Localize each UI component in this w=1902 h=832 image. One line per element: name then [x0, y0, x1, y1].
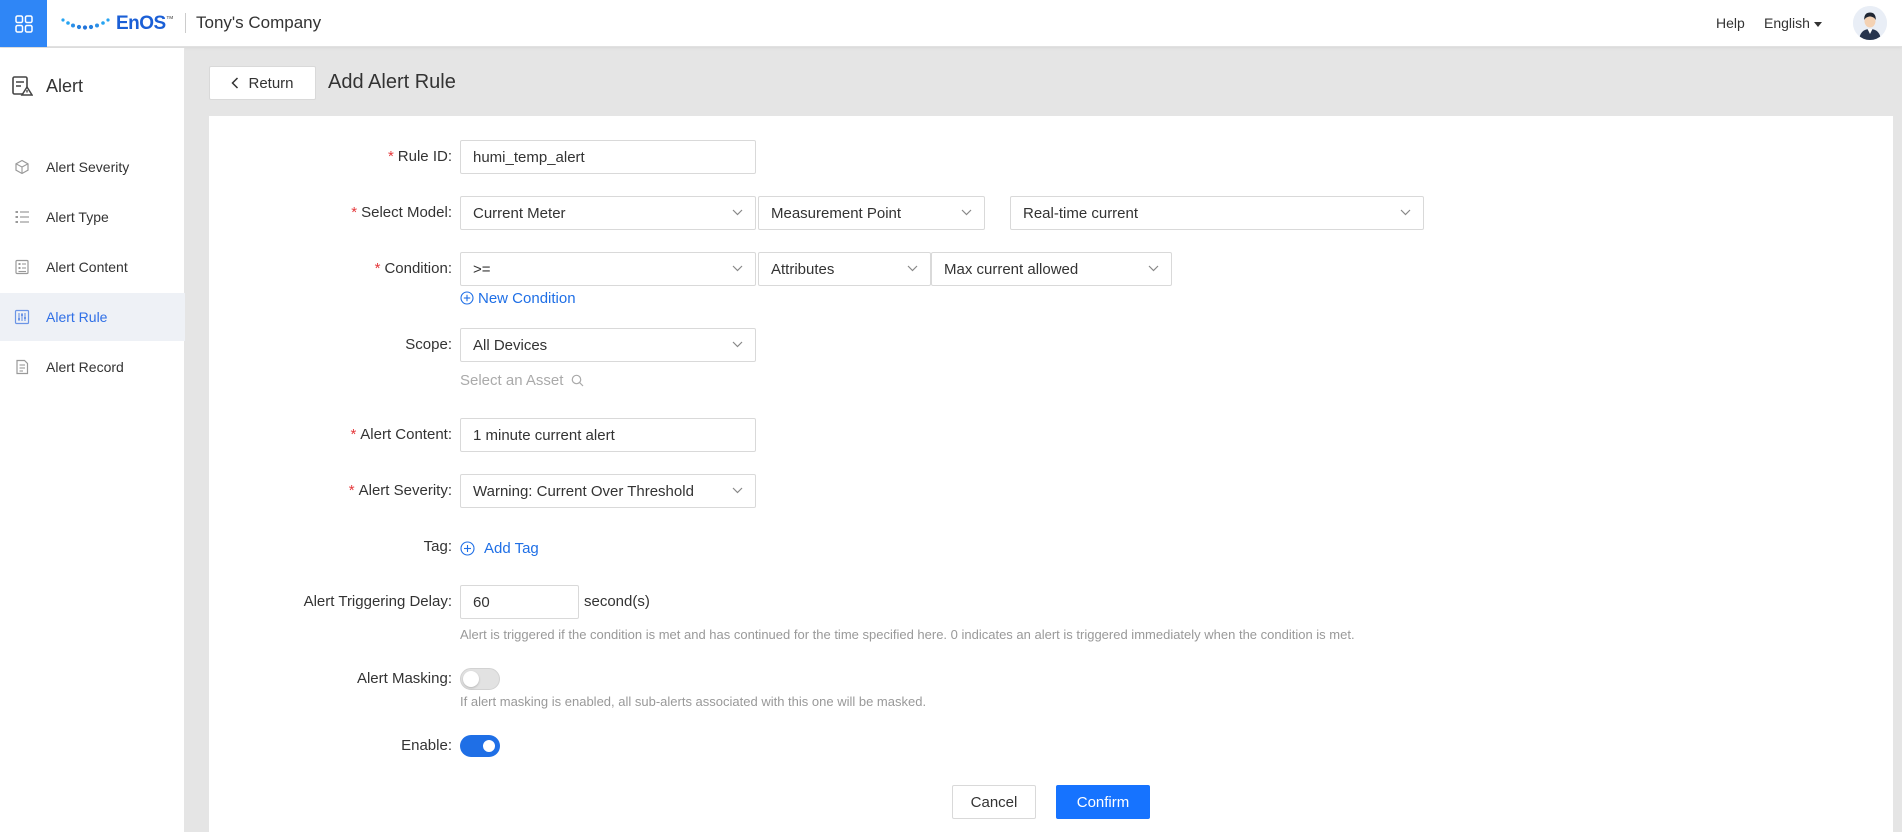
alert-masking-label: Alert Masking: — [356, 670, 452, 687]
caret-down-icon — [1813, 21, 1822, 27]
condition-source-value: Attributes — [771, 260, 835, 278]
alert-masking-toggle[interactable] — [460, 668, 500, 690]
point-type-select[interactable]: Measurement Point — [758, 196, 985, 230]
chevron-down-icon — [1148, 265, 1159, 272]
delay-unit: second(s) — [584, 593, 650, 610]
select-asset-placeholder: Select an Asset — [460, 371, 564, 389]
required-mark: * — [348, 482, 355, 499]
new-condition-label: New Condition — [478, 289, 576, 307]
sidebar-item-label: Alert Rule — [46, 309, 108, 325]
tag-label: Tag: — [423, 538, 452, 555]
enos-logo[interactable]: EnOS™ — [60, 12, 174, 36]
chevron-down-icon — [907, 265, 918, 272]
sidebar: Alert Alert Severity Alert Type Alert Co… — [0, 48, 185, 832]
required-mark: * — [387, 148, 394, 165]
alert-delay-input[interactable]: 60 — [460, 585, 579, 619]
alert-content-label: * Alert Content: — [350, 426, 452, 443]
required-mark: * — [374, 260, 381, 277]
sidebar-item-alert-type[interactable]: Alert Type — [0, 193, 185, 241]
model-select-value: Current Meter — [473, 204, 566, 222]
measurement-point-select[interactable]: Real-time current — [1010, 196, 1424, 230]
sidebar-item-label: Alert Severity — [46, 159, 130, 175]
alert-severity-select[interactable]: Warning: Current Over Threshold — [460, 474, 756, 508]
add-tag-label: Add Tag — [484, 539, 539, 557]
alert-delay-label: Alert Triggering Delay: — [303, 593, 452, 610]
sidebar-item-alert-content[interactable]: Alert Content — [0, 243, 185, 291]
sidebar-item-alert-rule[interactable]: Alert Rule — [0, 293, 185, 341]
point-type-value: Measurement Point — [771, 204, 902, 222]
chevron-down-icon — [732, 341, 743, 348]
page-title: Add Alert Rule — [328, 71, 456, 93]
scope-value: All Devices — [473, 336, 548, 354]
masking-hint: If alert masking is enabled, all sub-ale… — [460, 694, 927, 709]
delay-hint: Alert is triggered if the condition is m… — [460, 627, 1355, 642]
alert-severity-value: Warning: Current Over Threshold — [473, 482, 694, 500]
list-icon — [15, 211, 29, 223]
add-tag-link[interactable]: Add Tag — [460, 539, 539, 557]
plus-circle-icon — [460, 291, 474, 305]
select-model-label: * Select Model: — [351, 204, 452, 221]
record-icon — [16, 359, 29, 375]
language-label: English — [1764, 15, 1810, 31]
condition-label: * Condition: — [374, 260, 452, 277]
chevron-down-icon — [732, 265, 743, 272]
new-condition-link[interactable]: New Condition — [460, 289, 576, 307]
sidebar-item-alert-severity[interactable]: Alert Severity — [0, 143, 185, 191]
sliders-icon — [14, 309, 30, 325]
toggle-knob — [481, 738, 497, 754]
enable-toggle[interactable] — [460, 735, 500, 757]
model-select[interactable]: Current Meter — [460, 196, 756, 230]
cube-icon — [15, 159, 29, 175]
confirm-button[interactable]: Confirm — [1056, 785, 1150, 819]
cancel-button[interactable]: Cancel — [952, 785, 1036, 819]
scope-label: Scope: — [405, 336, 452, 353]
document-icon — [15, 259, 29, 275]
enable-label: Enable: — [401, 737, 452, 754]
operator-select[interactable]: >= — [460, 252, 756, 286]
sidebar-item-label: Alert Record — [46, 359, 124, 375]
select-asset-field[interactable]: Select an Asset — [460, 371, 584, 389]
scope-select[interactable]: All Devices — [460, 328, 756, 362]
logo-dots-icon — [61, 18, 110, 30]
required-mark: * — [351, 204, 358, 221]
alert-severity-label: * Alert Severity: — [348, 482, 452, 499]
toggle-knob — [463, 671, 479, 687]
alert-module-icon — [12, 76, 33, 96]
sidebar-title: Alert — [46, 75, 84, 96]
top-bar: EnOS™ Tony's Company Help English — [0, 0, 1902, 47]
logo-divider — [185, 13, 186, 33]
language-selector[interactable]: English — [1764, 15, 1822, 31]
user-avatar[interactable] — [1853, 6, 1887, 40]
chevron-down-icon — [732, 487, 743, 494]
chevron-down-icon — [961, 209, 972, 216]
alert-content-input[interactable]: 1 minute current alert — [460, 418, 756, 452]
sidebar-item-alert-record[interactable]: Alert Record — [0, 343, 185, 391]
grid-icon — [14, 14, 33, 33]
condition-attribute-select[interactable]: Max current allowed — [931, 252, 1172, 286]
chevron-down-icon — [732, 209, 743, 216]
condition-source-select[interactable]: Attributes — [758, 252, 931, 286]
chevron-down-icon — [1400, 209, 1411, 216]
app-launcher-button[interactable] — [0, 0, 47, 47]
return-button[interactable]: Return — [209, 66, 316, 100]
condition-attribute-value: Max current allowed — [944, 260, 1079, 278]
help-link[interactable]: Help — [1716, 15, 1745, 31]
required-mark: * — [350, 426, 357, 443]
rule-id-label: * Rule ID: — [387, 148, 452, 165]
company-name: Tony's Company — [196, 13, 322, 32]
search-icon — [572, 374, 584, 386]
sidebar-item-label: Alert Type — [46, 209, 109, 225]
operator-value: >= — [473, 260, 491, 278]
sidebar-item-label: Alert Content — [46, 259, 128, 275]
measurement-point-value: Real-time current — [1023, 204, 1139, 222]
user-avatar-icon — [1853, 6, 1887, 40]
plus-circle-icon — [460, 540, 475, 556]
sidebar-header: Alert — [0, 68, 185, 104]
return-label: Return — [248, 74, 294, 92]
chevron-left-icon — [231, 77, 239, 89]
rule-id-input[interactable]: humi_temp_alert — [460, 140, 756, 174]
